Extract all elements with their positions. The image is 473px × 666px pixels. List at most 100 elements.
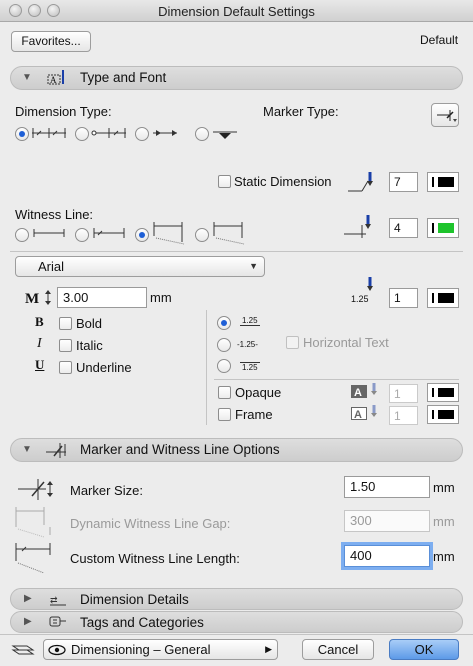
tags-categories-section-header[interactable]	[10, 611, 463, 633]
bottom-divider	[0, 634, 473, 635]
dimension-type-elevation-icon	[213, 131, 237, 139]
italic-icon: I	[37, 336, 42, 351]
font-select[interactable]: Arial ▼	[15, 256, 265, 277]
text-pen-swatch[interactable]	[427, 288, 459, 308]
witness-line-radio-4[interactable]	[195, 228, 209, 242]
favorites-button[interactable]: Favorites...	[11, 31, 91, 52]
opaque-pen-swatch[interactable]	[427, 383, 459, 402]
text-position-below-sample: 1.25	[240, 362, 260, 372]
italic-checkbox[interactable]	[59, 339, 72, 352]
frame-pen-swatch[interactable]	[427, 405, 459, 424]
underline-label: Underline	[76, 360, 132, 375]
marker-type-picker[interactable]	[431, 103, 459, 127]
marker-size-unit: mm	[433, 480, 455, 495]
dimension-details-title: Dimension Details	[80, 592, 189, 607]
witness-line-radio-3[interactable]	[135, 228, 149, 242]
disclosure-triangle-open-icon[interactable]: ▼	[22, 444, 32, 455]
marker-size-input[interactable]: 1.50	[344, 476, 430, 498]
marker-type-label: Marker Type:	[263, 104, 339, 119]
static-pen-swatch[interactable]	[427, 172, 459, 192]
witness-line-none-icon	[33, 229, 65, 237]
disclosure-triangle-closed-icon[interactable]: ▶	[24, 616, 32, 627]
type-and-font-section-header[interactable]	[10, 66, 463, 90]
section-divider	[10, 251, 463, 252]
text-position-below-radio[interactable]	[217, 359, 231, 373]
tags-icon	[49, 616, 66, 627]
frame-checkbox[interactable]	[218, 408, 231, 421]
dimension-type-radio-4[interactable]	[195, 127, 209, 141]
witness-line-short-icon	[93, 228, 125, 238]
vertical-divider	[206, 310, 207, 425]
dimension-line-pen-icon	[348, 172, 373, 192]
custom-length-label: Custom Witness Line Length:	[70, 551, 240, 566]
tags-categories-title: Tags and Categories	[80, 615, 204, 630]
marker-size-icon	[18, 479, 53, 500]
view-dropdown[interactable]: Dimensioning – General ▶	[43, 639, 278, 660]
opaque-pen-field[interactable]: 1	[389, 384, 418, 403]
font-size-input[interactable]: 3.00	[57, 287, 147, 308]
witness-line-custom-icon	[213, 222, 245, 245]
font-size-icon: M	[25, 290, 51, 307]
witness-line-label: Witness Line:	[15, 207, 94, 222]
custom-length-input[interactable]: 400	[344, 545, 430, 567]
dimension-type-cumulative-icon	[91, 128, 126, 138]
view-dropdown-value: Dimensioning – General	[71, 642, 211, 657]
witness-gap-icon	[15, 507, 51, 538]
font-select-value: Arial	[38, 259, 65, 274]
dimension-details-section-header[interactable]	[10, 588, 463, 610]
underline-checkbox[interactable]	[59, 361, 72, 374]
pen-color-black	[438, 293, 454, 303]
witness-line-radio-1[interactable]	[15, 228, 29, 242]
witness-line-dynamic-icon	[153, 222, 185, 245]
text-position-middle-radio[interactable]	[217, 338, 231, 352]
pen-color-green	[438, 223, 454, 233]
static-pen-field[interactable]: 7	[389, 172, 418, 192]
opaque-checkbox[interactable]	[218, 386, 231, 399]
dimension-type-label: Dimension Type:	[15, 104, 112, 119]
type-and-font-icon: A	[47, 70, 64, 85]
text-pen-icon	[367, 277, 373, 291]
ok-button[interactable]: OK	[389, 639, 459, 660]
frame-label: Frame	[235, 407, 273, 422]
disclosure-triangle-open-icon[interactable]: ▼	[22, 72, 32, 83]
marker-witness-title: Marker and Witness Line Options	[80, 442, 280, 457]
opaque-label: Opaque	[235, 385, 282, 400]
dimension-details-icon: ⇄	[50, 595, 66, 606]
cancel-button[interactable]: Cancel	[302, 639, 374, 660]
horizontal-text-label: Horizontal Text	[303, 335, 389, 350]
eye-icon	[48, 644, 66, 656]
svg-text:M: M	[25, 291, 39, 307]
opaque-fill-pen-icon: A	[351, 383, 377, 399]
dynamic-gap-input[interactable]: 300	[344, 510, 430, 532]
frame-pen-icon: A	[351, 405, 377, 421]
chevron-right-icon: ▶	[265, 644, 272, 654]
dimension-type-radio-1[interactable]	[15, 127, 29, 141]
svg-text:⇄: ⇄	[50, 595, 58, 605]
witness-pen-swatch[interactable]	[427, 218, 459, 238]
text-position-above-sample: 1.25	[240, 316, 260, 326]
chevron-down-icon: ▼	[249, 261, 258, 271]
pen-color-black	[438, 410, 454, 419]
svg-text:A: A	[354, 409, 362, 421]
horizontal-text-checkbox[interactable]	[286, 336, 299, 349]
text-options-divider	[214, 379, 459, 380]
dimension-type-radio-3[interactable]	[135, 127, 149, 141]
default-label: Default	[420, 33, 459, 47]
witness-pen-field[interactable]: 4	[389, 218, 418, 238]
svg-text:A: A	[50, 75, 57, 85]
bold-checkbox[interactable]	[59, 317, 72, 330]
frame-pen-field[interactable]: 1	[389, 406, 418, 425]
italic-label: Italic	[76, 338, 103, 353]
bold-icon: B	[35, 314, 44, 329]
dimension-type-arrows-icon	[153, 130, 177, 136]
witness-line-radio-2[interactable]	[75, 228, 89, 242]
dimension-type-radio-2[interactable]	[75, 127, 89, 141]
disclosure-triangle-closed-icon[interactable]: ▶	[24, 593, 32, 604]
static-dimension-checkbox[interactable]	[218, 175, 231, 188]
dynamic-gap-unit: mm	[433, 514, 455, 529]
text-position-middle-sample: -1.25-	[237, 340, 258, 349]
marker-witness-icon	[46, 443, 66, 458]
underline-icon: U	[35, 357, 45, 372]
text-pen-field[interactable]: 1	[389, 288, 418, 308]
text-position-above-radio[interactable]	[217, 316, 231, 330]
